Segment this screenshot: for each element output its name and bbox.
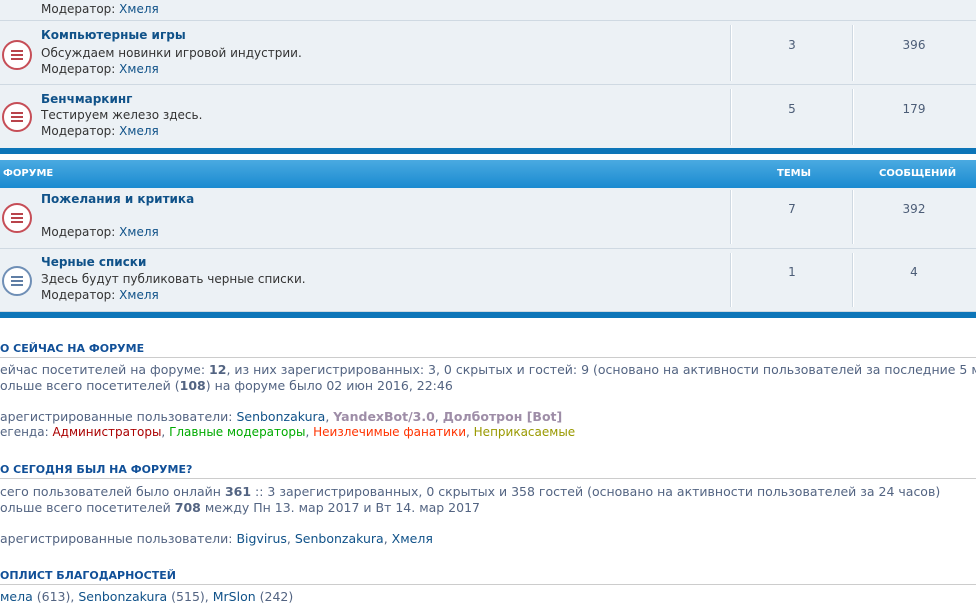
category-header: ФОРУМЕ ТЕМЫ СООБЩЕНИЙ bbox=[0, 160, 976, 188]
online-registered-users: арегистрированные пользователи: Senbonza… bbox=[0, 409, 563, 424]
forum-description: Обсуждаем новинки игровой индустрии. bbox=[41, 46, 302, 60]
column-separator bbox=[852, 190, 854, 244]
online-section-title: О СЕЙЧАС НА ФОРУМЕ bbox=[0, 342, 145, 355]
moderator-line: Модератор: Хмеля bbox=[41, 288, 159, 302]
divider bbox=[0, 357, 976, 358]
topics-count: 3 bbox=[788, 38, 796, 52]
user-link[interactable]: Senbonzakura bbox=[78, 589, 167, 604]
forum-row: Бенчмаркинг Тестируем железо здесь. Моде… bbox=[0, 85, 976, 149]
forum-title-link[interactable]: Черные списки bbox=[41, 255, 146, 269]
column-separator bbox=[852, 89, 854, 145]
thanks-section-title: ОПЛИСТ БЛАГОДАРНОСТЕЙ bbox=[0, 569, 176, 582]
forum-title-link[interactable]: Пожелания и критика bbox=[41, 192, 194, 206]
bot-name: YandexBot/3.0 bbox=[333, 409, 435, 424]
topics-count: 1 bbox=[788, 265, 796, 279]
moderator-link[interactable]: Хмеля bbox=[119, 288, 159, 302]
group-legend: егенда: Администраторы, Главные модерато… bbox=[0, 425, 576, 439]
category-bottom-bar bbox=[0, 148, 976, 154]
posts-count: 179 bbox=[902, 102, 926, 116]
forum-row: Пожелания и критика Модератор: Хмеля 7 3… bbox=[0, 188, 976, 249]
divider bbox=[0, 478, 976, 479]
online-stats-line: ейчас посетителей на форуме: 12, из них … bbox=[0, 362, 976, 377]
bot-name: Долботрон [Bot] bbox=[442, 409, 563, 424]
forum-row: Компьютерные игры Обсуждаем новинки игро… bbox=[0, 21, 976, 85]
forum-unread-icon bbox=[2, 203, 32, 233]
column-header-posts: СООБЩЕНИЙ bbox=[879, 168, 957, 179]
moderator-link[interactable]: Хмеля bbox=[119, 225, 159, 239]
moderator-line: Модератор: Хмеля bbox=[41, 62, 159, 76]
legend-fans-link[interactable]: Неизлечимые фанатики bbox=[313, 425, 466, 439]
forum-description: Тестируем железо здесь. bbox=[41, 108, 203, 122]
today-record-line: ольше всего посетителей 708 между Пн 13.… bbox=[0, 500, 480, 515]
user-link[interactable]: мела bbox=[0, 589, 33, 604]
legend-untouchables-link[interactable]: Неприкасаемые bbox=[474, 425, 576, 439]
divider bbox=[0, 584, 976, 585]
forum-read-icon bbox=[2, 266, 32, 296]
forum-title-link[interactable]: Компьютерные игры bbox=[41, 28, 186, 42]
posts-count: 396 bbox=[902, 38, 926, 52]
topics-count: 7 bbox=[788, 202, 796, 216]
column-separator bbox=[730, 253, 732, 307]
today-stats-line: сего пользователей было онлайн 361 :: 3 … bbox=[0, 484, 941, 499]
category-bottom-bar bbox=[0, 312, 976, 318]
column-separator bbox=[852, 253, 854, 307]
user-link[interactable]: Bigvirus bbox=[236, 531, 286, 546]
forum-description: Здесь будут публиковать черные списки. bbox=[41, 272, 306, 286]
forum-title-link[interactable]: Бенчмаркинг bbox=[41, 92, 132, 106]
moderator-link[interactable]: Хмеля bbox=[119, 2, 159, 16]
moderator-link[interactable]: Хмеля bbox=[119, 62, 159, 76]
online-record-line: ольше всего посетителей (108) на форуме … bbox=[0, 378, 453, 393]
column-separator bbox=[852, 25, 854, 81]
user-link[interactable]: Senbonzakura bbox=[236, 409, 325, 424]
today-section-title: О СЕГОДНЯ БЫЛ НА ФОРУМЕ? bbox=[0, 463, 193, 476]
today-registered-users: арегистрированные пользователи: Bigvirus… bbox=[0, 531, 433, 546]
thanks-toplist: мела (613), Senbonzakura (515), MrSlon (… bbox=[0, 589, 294, 604]
posts-count: 392 bbox=[902, 202, 926, 216]
moderator-line: Модератор: Хмеля bbox=[41, 225, 159, 239]
user-link[interactable]: Хмеля bbox=[392, 531, 433, 546]
user-link[interactable]: Senbonzakura bbox=[295, 531, 384, 546]
forum-row: Черные списки Здесь будут публиковать че… bbox=[0, 249, 976, 312]
moderator-link[interactable]: Хмеля bbox=[119, 124, 159, 138]
column-header-topics: ТЕМЫ bbox=[777, 168, 811, 179]
legend-global-mods-link[interactable]: Главные модераторы bbox=[169, 425, 305, 439]
legend-admins-link[interactable]: Администраторы bbox=[52, 425, 161, 439]
column-separator bbox=[730, 89, 732, 145]
topics-count: 5 bbox=[788, 102, 796, 116]
moderator-line: Модератор: Хмеля bbox=[41, 2, 159, 16]
category-title[interactable]: ФОРУМЕ bbox=[3, 168, 53, 179]
forum-row-partial: Модератор: Хмеля bbox=[0, 0, 976, 21]
column-separator bbox=[730, 190, 732, 244]
posts-count: 4 bbox=[910, 265, 918, 279]
column-separator bbox=[730, 25, 732, 81]
forum-unread-icon bbox=[2, 40, 32, 70]
user-link[interactable]: MrSlon bbox=[213, 589, 256, 604]
forum-unread-icon bbox=[2, 102, 32, 132]
moderator-line: Модератор: Хмеля bbox=[41, 124, 159, 138]
